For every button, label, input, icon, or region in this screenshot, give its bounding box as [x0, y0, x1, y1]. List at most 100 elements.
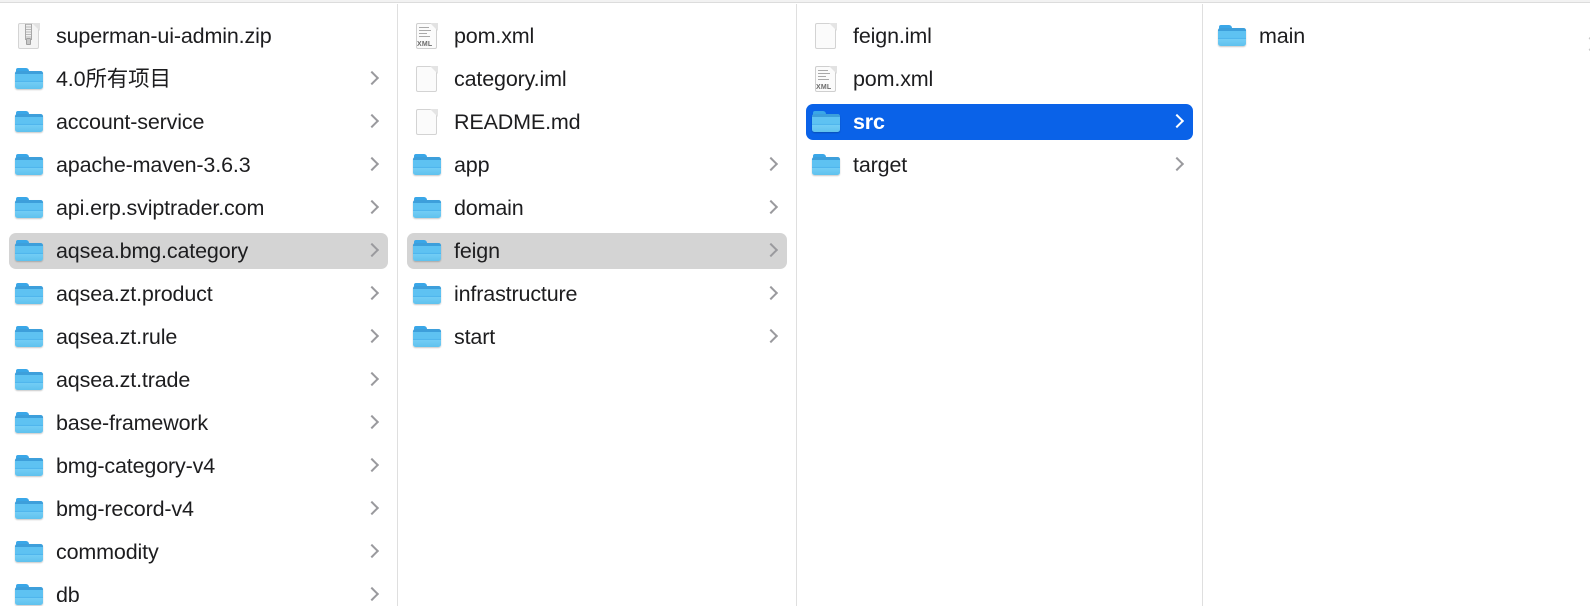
folder-icon [15, 279, 45, 309]
folder-row[interactable]: apache-maven-3.6.3 [9, 147, 388, 183]
folder-row[interactable]: base-framework [9, 405, 388, 441]
item-label: apache-maven-3.6.3 [56, 153, 251, 177]
folder-icon [15, 322, 45, 352]
item-label: pom.xml [853, 67, 934, 91]
folder-row[interactable]: bmg-category-v4 [9, 448, 388, 484]
folder-icon [15, 494, 45, 524]
chevron-right-icon [1171, 26, 1183, 46]
folder-row[interactable]: main [1212, 18, 1581, 54]
folder-icon [15, 236, 45, 266]
chevron-right-icon-clipped [1584, 35, 1590, 55]
file-row[interactable]: XML pom.xml [806, 61, 1193, 97]
chevron-right-icon [765, 327, 777, 347]
folder-row[interactable]: account-service [9, 104, 388, 140]
chevron-right-icon [765, 284, 777, 304]
finder-column-browser: superman-ui-admin.zip 4.0所有项目 account-serv… [0, 0, 1590, 606]
xml-file-icon: XML [413, 21, 443, 51]
folder-row[interactable]: aqsea.zt.rule [9, 319, 388, 355]
item-label: domain [454, 196, 524, 220]
column-3: feign.iml XML pom.xml src target [797, 4, 1203, 606]
plain-file-icon [413, 64, 443, 94]
item-label: bmg-category-v4 [56, 454, 216, 478]
folder-row[interactable]: bmg-record-v4 [9, 491, 388, 527]
folder-icon [1218, 21, 1248, 51]
item-label: app [454, 153, 490, 177]
chevron-right-icon [1559, 26, 1571, 46]
item-label: target [853, 153, 908, 177]
chevron-right-icon [366, 26, 378, 46]
chevron-right-icon [366, 370, 378, 390]
folder-icon [15, 580, 45, 606]
chevron-right-icon [366, 284, 378, 304]
folder-icon [413, 193, 443, 223]
file-row[interactable]: README.md [407, 104, 787, 140]
folder-icon [15, 451, 45, 481]
item-label: aqsea.zt.product [56, 282, 213, 306]
chevron-right-icon [366, 327, 378, 347]
column-4: main [1203, 4, 1590, 606]
chevron-right-icon [366, 413, 378, 433]
folder-row[interactable]: commodity [9, 534, 388, 570]
folder-row[interactable]: 4.0所有项目 [9, 61, 388, 97]
item-label: base-framework [56, 411, 209, 435]
folder-icon [413, 322, 443, 352]
item-label: category.iml [454, 67, 567, 91]
folder-row[interactable]: app [407, 147, 787, 183]
column-1: superman-ui-admin.zip 4.0所有项目 account-serv… [0, 4, 398, 606]
item-label: account-service [56, 110, 205, 134]
folder-row[interactable]: feign [407, 233, 787, 269]
folder-row[interactable]: db [9, 577, 388, 606]
item-label: src [853, 110, 885, 134]
folder-icon [15, 107, 45, 137]
folder-row[interactable]: domain [407, 190, 787, 226]
chevron-right-icon [765, 26, 777, 46]
chevron-right-icon [366, 542, 378, 562]
file-row[interactable]: category.iml [407, 61, 787, 97]
window-top-divider [0, 0, 1590, 3]
folder-row[interactable]: src [806, 104, 1193, 140]
chevron-right-icon [1171, 155, 1183, 175]
item-label: commodity [56, 540, 159, 564]
folder-icon [15, 408, 45, 438]
folder-icon [413, 150, 443, 180]
folder-icon [15, 150, 45, 180]
item-label: 4.0所有项目 [56, 67, 171, 91]
chevron-right-icon [366, 499, 378, 519]
folder-row[interactable]: api.erp.sviptrader.com [9, 190, 388, 226]
chevron-right-icon [366, 155, 378, 175]
item-label: feign.iml [853, 24, 932, 48]
zip-file-icon [15, 21, 45, 51]
item-label: infrastructure [454, 282, 578, 306]
column-2: XML pom.xml category.iml README.md app domain… [398, 4, 797, 606]
folder-row[interactable]: aqsea.zt.trade [9, 362, 388, 398]
file-row[interactable]: superman-ui-admin.zip [9, 18, 388, 54]
chevron-right-icon [366, 241, 378, 261]
item-label: start [454, 325, 496, 349]
file-row[interactable]: feign.iml [806, 18, 1193, 54]
chevron-right-icon [366, 69, 378, 89]
chevron-right-icon [765, 155, 777, 175]
folder-icon [15, 193, 45, 223]
folder-row[interactable]: aqsea.bmg.category [9, 233, 388, 269]
folder-icon [413, 236, 443, 266]
chevron-right-icon [366, 456, 378, 476]
item-label: aqsea.zt.rule [56, 325, 178, 349]
item-label: main [1259, 24, 1306, 48]
file-row[interactable]: XML pom.xml [407, 18, 787, 54]
folder-row[interactable]: aqsea.zt.product [9, 276, 388, 312]
folder-icon [15, 365, 45, 395]
item-label: superman-ui-admin.zip [56, 24, 272, 48]
item-label: bmg-record-v4 [56, 497, 194, 521]
folder-row[interactable]: start [407, 319, 787, 355]
folder-row[interactable]: target [806, 147, 1193, 183]
item-label: README.md [454, 110, 581, 134]
folder-icon [15, 64, 45, 94]
chevron-right-icon [366, 585, 378, 605]
folder-row[interactable]: infrastructure [407, 276, 787, 312]
chevron-right-icon [366, 198, 378, 218]
item-label: db [56, 583, 80, 606]
plain-file-icon [413, 107, 443, 137]
chevron-right-icon [765, 112, 777, 132]
column-container: superman-ui-admin.zip 4.0所有项目 account-serv… [0, 4, 1590, 606]
chevron-right-icon [366, 112, 378, 132]
